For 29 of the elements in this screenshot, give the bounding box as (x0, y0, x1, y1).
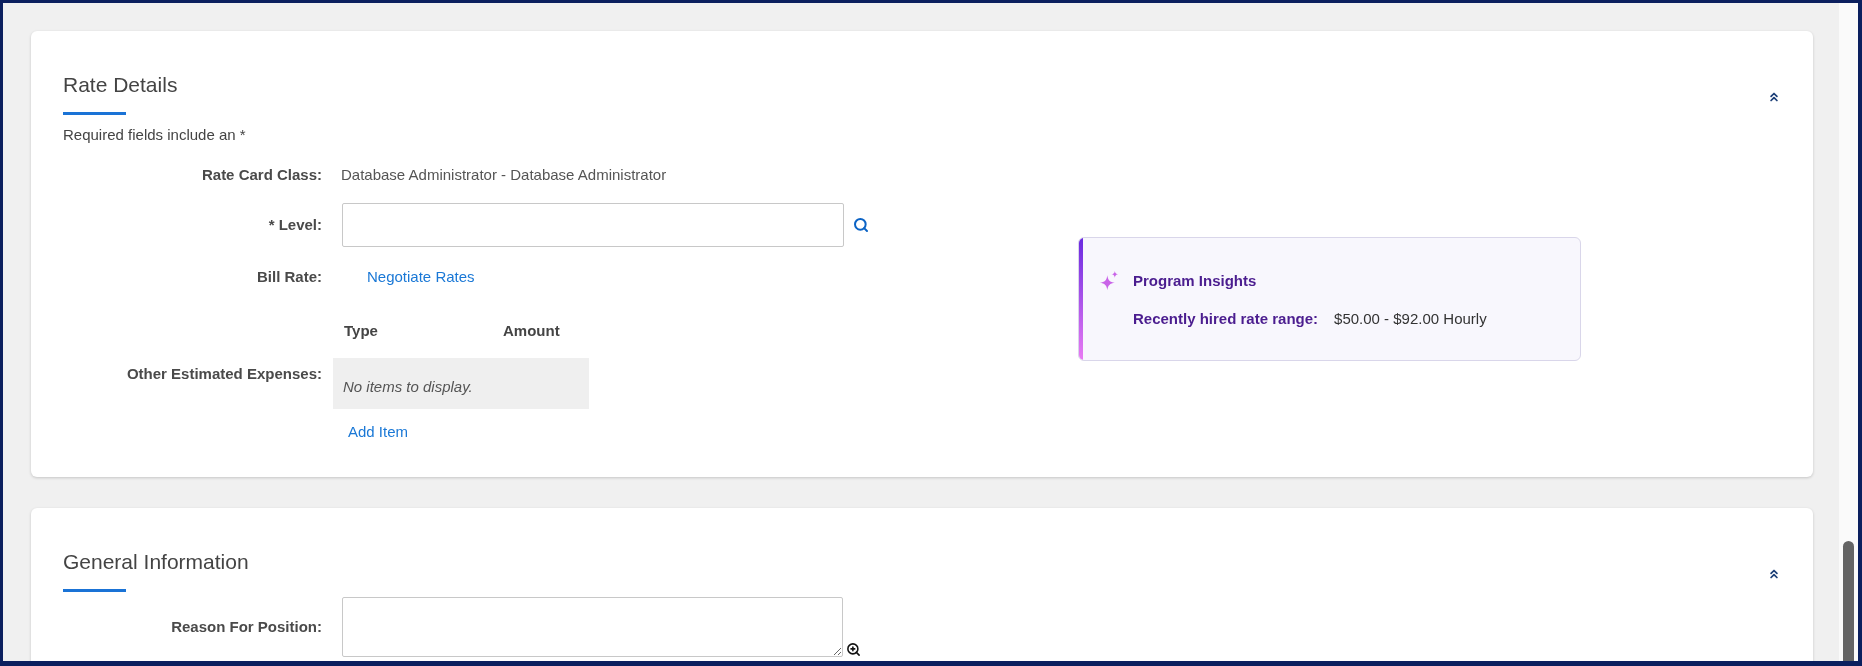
add-item-link[interactable]: Add Item (348, 422, 409, 442)
sparkle-icon (1099, 271, 1119, 291)
chevrons-up-icon (1767, 567, 1781, 581)
zoom-in-icon[interactable] (846, 642, 861, 657)
search-icon[interactable] (853, 217, 869, 233)
empty-table-message: No items to display. (333, 358, 589, 409)
text-area-field[interactable] (342, 597, 843, 657)
input-field[interactable] (342, 203, 844, 247)
scrollbar-thumb[interactable] (1843, 541, 1854, 661)
insights-title: Program Insights (1133, 271, 1257, 291)
collapse-button[interactable] (1767, 567, 1781, 581)
rate-range-value: $50.00 - $92.00 Hourly (1334, 309, 1487, 329)
chevrons-up-icon (1767, 90, 1781, 104)
field-label: * Level: (268, 215, 322, 235)
rate-range-label: Recently hired rate range: (1133, 309, 1319, 329)
field-label: Bill Rate: (257, 267, 322, 287)
required-fields-note: Required fields include an * (63, 125, 246, 145)
column-header: Type (344, 321, 379, 341)
negotiate-link[interactable]: Negotiate Rates (367, 267, 475, 287)
field-label: Other Estimated Expenses: (126, 364, 322, 384)
field-label: Reason For Position: (171, 617, 322, 637)
field-label: Rate Card Class: (201, 165, 322, 185)
column-header: Amount (503, 321, 560, 341)
title-underline (63, 589, 126, 592)
collapse-button[interactable] (1767, 90, 1781, 104)
title-underline (63, 112, 126, 115)
section-title: Rate Details (63, 72, 178, 98)
section-title: General Information (63, 549, 249, 575)
field-value: Database Administrator - Database Administrator (340, 165, 667, 185)
